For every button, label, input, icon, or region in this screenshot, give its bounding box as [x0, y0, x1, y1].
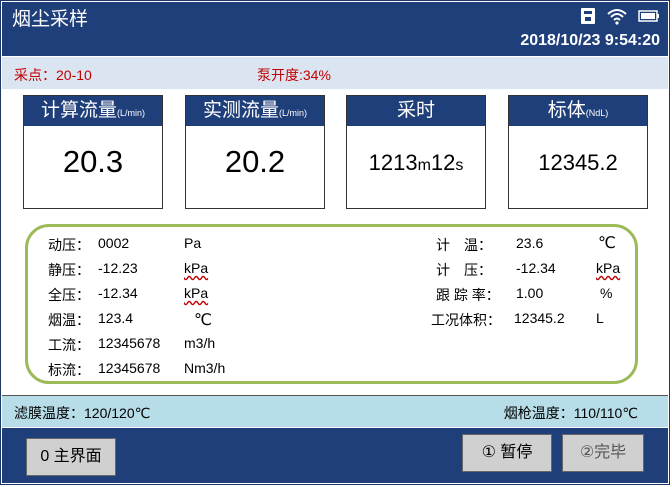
tracking-rate-value: 1.00 [516, 285, 544, 301]
meter-temp-label: 计 温： [436, 237, 492, 253]
dynamic-pressure-label: 动压： [48, 237, 90, 253]
dynamic-pressure-unit: Pa [184, 235, 202, 251]
gun-temperature: 烟枪温度：110/110℃ [503, 405, 638, 421]
temperature-bar: 滤膜温度：120/120℃ 烟枪温度：110/110℃ [2, 395, 668, 427]
tracking-rate-label: 跟 踪 率： [436, 287, 500, 303]
work-volume-unit: L [596, 310, 604, 326]
total-pressure-label: 全压： [48, 287, 90, 303]
measured-flow-card: 实测流量(L/min) 20.2 [185, 95, 325, 209]
work-flow-value: 12345678 [98, 335, 161, 351]
tracking-rate-unit: % [600, 285, 613, 301]
meter-pressure-value: -12.34 [516, 260, 556, 276]
pump-opening: 泵开度:34% [257, 67, 331, 83]
std-flow-label: 标流： [48, 362, 90, 378]
calc-flow-title: 计算流量(L/min) [24, 96, 162, 126]
status-icons [580, 6, 660, 26]
app-title: 烟尘采样 [12, 9, 89, 30]
calc-flow-card: 计算流量(L/min) 20.3 [23, 95, 163, 209]
work-flow-unit: m3/h [184, 335, 216, 351]
work-volume-label: 工况体积： [431, 312, 501, 328]
meter-pressure-unit: kPa [596, 260, 621, 276]
std-volume-card: 标体(NdL) 12345.2 [508, 95, 648, 209]
flue-temp-value: 123.4 [98, 310, 134, 326]
wifi-icon [606, 7, 628, 25]
main-menu-button[interactable]: 0 主界面 [26, 438, 116, 476]
flue-temp-unit: ℃ [194, 312, 212, 329]
filter-temperature: 滤膜温度：120/120℃ [14, 405, 151, 421]
std-volume-value: 12345.2 [538, 150, 618, 175]
meter-pressure-label: 计 压： [436, 262, 492, 278]
sample-time-value: 1213m12s [368, 150, 464, 175]
header-bar: 烟尘采样 2018/10/23 9:54:20 [2, 2, 668, 56]
finish-button[interactable]: ②完毕 [562, 434, 644, 472]
std-flow-unit: Nm3/h [184, 360, 226, 376]
cards-area: 计算流量(L/min) 20.3 实测流量(L/min) 20.2 采时 121… [2, 89, 668, 395]
sample-time-title: 采时 [347, 96, 485, 126]
static-pressure-value: -12.23 [98, 260, 138, 276]
total-pressure-value: -12.34 [98, 285, 138, 301]
work-volume-value: 12345.2 [514, 310, 565, 326]
detail-panel: 动压： 0002 Pa 静压： -12.23 kPa 全压： -12.34 kP… [25, 224, 638, 384]
measured-flow-title: 实测流量(L/min) [186, 96, 324, 126]
pause-button[interactable]: ① 暂停 [462, 434, 552, 472]
work-flow-label: 工流： [48, 337, 90, 353]
std-volume-title: 标体(NdL) [509, 96, 647, 126]
meter-temp-value: 23.6 [516, 235, 544, 251]
info-bar: 采点：20-10 泵开度:34% [2, 57, 668, 89]
total-pressure-unit: kPa [184, 285, 209, 301]
flue-temp-label: 烟温： [48, 312, 90, 328]
measured-flow-value: 20.2 [224, 144, 286, 179]
dynamic-pressure-value: 0002 [98, 235, 130, 251]
static-pressure-unit: kPa [184, 260, 209, 276]
meter-temp-unit: ℃ [598, 235, 616, 252]
usb-icon [580, 6, 596, 26]
datetime: 2018/10/23 9:54:20 [520, 32, 660, 49]
std-flow-value: 12345678 [98, 360, 161, 376]
sample-time-card: 采时 1213m12s [346, 95, 486, 209]
bottom-bar: 0 主界面 ① 暂停 ②完毕 [2, 428, 668, 483]
battery-icon [638, 9, 660, 23]
static-pressure-label: 静压： [48, 262, 90, 278]
calc-flow-value: 20.3 [62, 144, 124, 179]
sample-point: 采点：20-10 [14, 67, 92, 83]
